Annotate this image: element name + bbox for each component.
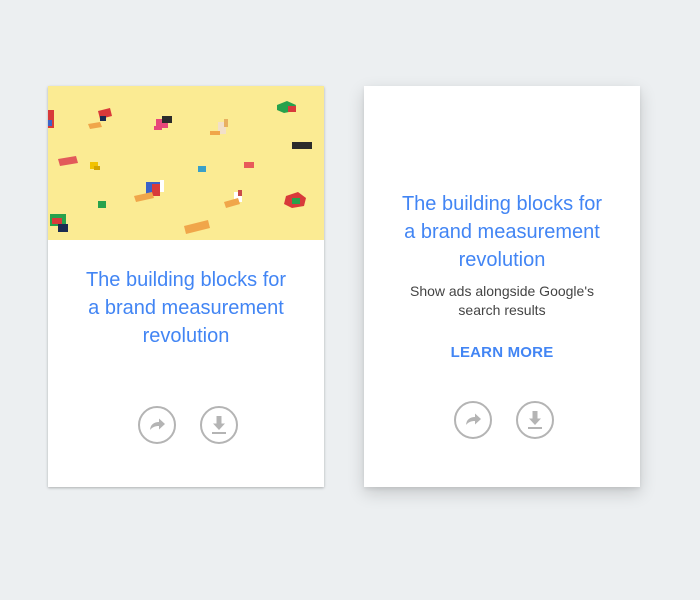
card-title-line-3: revolution: [142, 325, 230, 347]
download-icon: [528, 411, 542, 429]
download-icon: [212, 416, 226, 434]
download-button[interactable]: [516, 401, 554, 439]
card-title-line-3: revolution: [458, 249, 546, 271]
lego-brick: [198, 166, 206, 172]
card-title-line-2: a brand measurement: [88, 297, 284, 319]
hero-image-lego-bricks: [48, 86, 324, 240]
card-title: The building blocks for a brand measurem…: [364, 190, 640, 274]
card-actions: [48, 406, 324, 444]
content-card-with-image[interactable]: The building blocks for a brand measurem…: [48, 86, 324, 487]
share-icon: [466, 413, 481, 425]
card-description-line-2: search results: [458, 302, 546, 318]
card-title-line-1: The building blocks for: [85, 269, 287, 291]
card-description: Show ads alongside Google's search resul…: [364, 282, 640, 320]
learn-more-link[interactable]: LEARN MORE: [364, 344, 640, 361]
card-actions: [364, 401, 640, 439]
card-title-line-2: a brand measurement: [404, 221, 600, 243]
share-icon: [150, 418, 165, 430]
content-card-text[interactable]: The building blocks for a brand measurem…: [364, 86, 640, 487]
share-button[interactable]: [454, 401, 492, 439]
card-description-line-1: Show ads alongside Google's: [409, 283, 595, 299]
lego-brick: [48, 110, 54, 128]
lego-brick: [292, 142, 312, 149]
download-button[interactable]: [200, 406, 238, 444]
page: The building blocks for a brand measurem…: [0, 0, 700, 600]
lego-brick: [244, 162, 254, 168]
share-button[interactable]: [138, 406, 176, 444]
card-title-line-1: The building blocks for: [401, 193, 603, 215]
lego-brick: [98, 201, 106, 208]
card-title: The building blocks for a brand measurem…: [48, 266, 324, 350]
